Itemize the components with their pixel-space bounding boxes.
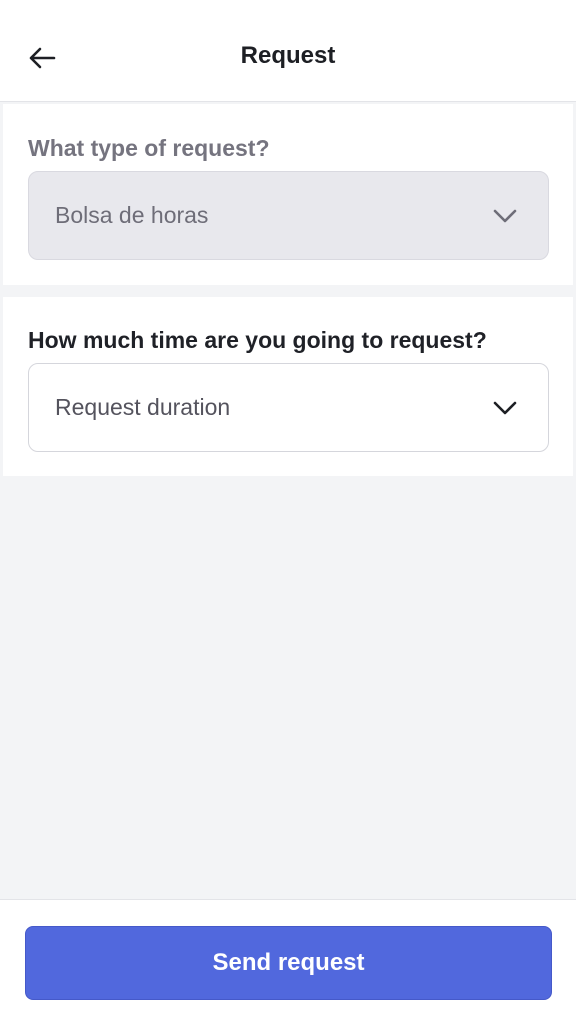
request-type-label: What type of request?: [28, 135, 270, 161]
request-type-section: What type of request? Bolsa de horas: [3, 104, 573, 285]
page-title: Request: [240, 42, 336, 69]
send-request-button[interactable]: Send request: [25, 926, 552, 1000]
duration-section: How much time are you going to request? …: [3, 297, 573, 476]
duration-label: How much time are you going to request?: [28, 327, 487, 353]
app-header: Request: [0, 0, 576, 102]
request-screen: Request What type of request? Bolsa de h…: [0, 0, 576, 1024]
footer-bar: Send request: [0, 899, 576, 1024]
chevron-down-icon: [493, 401, 517, 414]
duration-placeholder: Request duration: [55, 394, 231, 420]
chevron-down-icon: [493, 209, 517, 222]
request-type-value: Bolsa de horas: [55, 202, 209, 228]
duration-select[interactable]: Request duration: [28, 363, 549, 452]
request-type-select[interactable]: Bolsa de horas: [28, 171, 549, 260]
